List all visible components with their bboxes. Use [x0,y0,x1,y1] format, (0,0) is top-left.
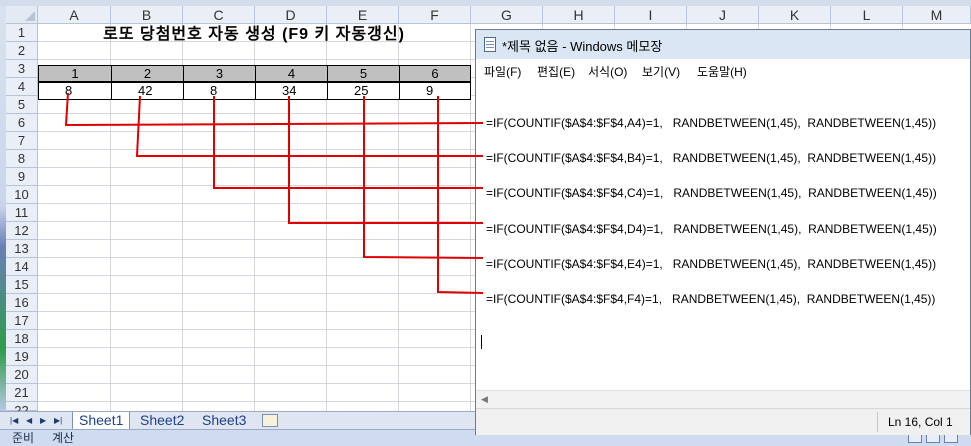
menu-view[interactable]: 보기(V) [642,63,680,80]
notepad-title: *제목 없음 - Windows 메모장 [502,39,663,54]
menu-help[interactable]: 도움말(H) [697,63,747,80]
insert-sheet-icon[interactable] [262,414,278,427]
status-separator [877,412,878,432]
row-header-10[interactable]: 10 [6,186,38,204]
col-header-d[interactable]: D [255,6,327,24]
col-header-h[interactable]: H [543,6,615,24]
value-cell-b4[interactable]: 42 [111,82,184,100]
scroll-left-icon[interactable]: ◀ [481,394,488,405]
formula-line-e4: =IF(COUNTIF($A$4:$F$4,E4)=1, RANDBETWEEN… [486,257,937,271]
row-header-8[interactable]: 8 [6,150,38,168]
row-header-17[interactable]: 17 [6,312,38,330]
col-header-g[interactable]: G [471,6,543,24]
row-header-13[interactable]: 13 [6,240,38,258]
row-header-12[interactable]: 12 [6,222,38,240]
number-header-1[interactable]: 1 [38,65,112,82]
notepad-text-area[interactable]: =IF(COUNTIF($A$4:$F$4,A4)=1, RANDBETWEEN… [476,81,970,409]
sheet-tab-3[interactable]: Sheet3 [196,412,252,429]
formula-line-c4: =IF(COUNTIF($A$4:$F$4,C4)=1, RANDBETWEEN… [486,186,937,200]
number-header-6[interactable]: 6 [399,65,471,82]
menu-format[interactable]: 서식(O) [588,63,627,80]
row-header-7[interactable]: 7 [6,132,38,150]
select-all-corner[interactable] [6,6,38,24]
row-header-2[interactable]: 2 [6,42,38,60]
row-header-6[interactable]: 6 [6,114,38,132]
select-all-icon [25,11,35,21]
row-header-20[interactable]: 20 [6,366,38,384]
notepad-icon [484,37,496,52]
value-cell-c4[interactable]: 8 [183,82,256,100]
value-cell-d4[interactable]: 34 [255,82,328,100]
col-header-c[interactable]: C [183,6,255,24]
number-header-3[interactable]: 3 [183,65,256,82]
row-header-14[interactable]: 14 [6,258,38,276]
number-header-2[interactable]: 2 [111,65,184,82]
row-header-18[interactable]: 18 [6,330,38,348]
formula-line-a4: =IF(COUNTIF($A$4:$F$4,A4)=1, RANDBETWEEN… [486,116,937,130]
menu-edit[interactable]: 편집(E) [537,63,575,80]
value-cell-e4[interactable]: 25 [327,82,400,100]
value-cell-f4[interactable]: 9 [399,82,471,100]
number-header-4[interactable]: 4 [255,65,328,82]
notepad-menu-bar: 파일(F) 편집(E) 서식(O) 보기(V) 도움말(H) [476,59,970,81]
formula-line-b4: =IF(COUNTIF($A$4:$F$4,B4)=1, RANDBETWEEN… [486,151,937,165]
row-header-9[interactable]: 9 [6,168,38,186]
row-header-3[interactable]: 3 [6,60,38,78]
notepad-horizontal-scrollbar[interactable]: ◀ [476,390,970,409]
sheet-nav-last-icon[interactable]: ▶| [54,415,63,426]
text-caret [481,335,482,349]
row-header-22[interactable]: 22 [6,402,38,418]
col-header-j[interactable]: J [687,6,759,24]
sheet-tab-2[interactable]: Sheet2 [134,412,190,429]
sheet-tab-1[interactable]: Sheet1 [72,412,131,429]
col-header-e[interactable]: E [327,6,399,24]
number-header-5[interactable]: 5 [327,65,400,82]
menu-file[interactable]: 파일(F) [484,63,521,80]
value-cell-a4[interactable]: 8 [38,82,112,100]
col-header-l[interactable]: L [831,6,903,24]
col-header-b[interactable]: B [111,6,183,24]
sheet-title[interactable]: 로또 당첨번호 자동 생성 (F9 키 자동갱신) [38,25,470,45]
row-header-21[interactable]: 21 [6,384,38,402]
status-calc: 계산 [52,431,75,445]
notepad-window: *제목 없음 - Windows 메모장 파일(F) 편집(E) 서식(O) 보… [475,29,971,435]
row-header-4[interactable]: 4 [6,78,38,96]
sheet-nav-prev-icon[interactable]: ◀ [26,415,35,426]
col-header-f[interactable]: F [399,6,471,24]
col-header-k[interactable]: K [759,6,831,24]
row-header-11[interactable]: 11 [6,204,38,222]
row-header-15[interactable]: 15 [6,276,38,294]
row-header-1[interactable]: 1 [6,24,38,42]
sheet-nav-first-icon[interactable]: |◀ [10,415,19,426]
notepad-status-bar: Ln 16, Col 1 [476,408,970,435]
status-ready: 준비 [12,431,35,445]
cursor-position: Ln 16, Col 1 [888,415,953,429]
notepad-title-bar[interactable]: *제목 없음 - Windows 메모장 [476,30,970,59]
row-header-16[interactable]: 16 [6,294,38,312]
formula-line-d4: =IF(COUNTIF($A$4:$F$4,D4)=1, RANDBETWEEN… [486,222,937,236]
col-header-a[interactable]: A [38,6,111,24]
row-header-19[interactable]: 19 [6,348,38,366]
sheet-nav-next-icon[interactable]: ▶ [40,415,49,426]
formula-line-f4: =IF(COUNTIF($A$4:$F$4,F4)=1, RANDBETWEEN… [486,292,936,306]
col-header-i[interactable]: I [615,6,687,24]
row-header-5[interactable]: 5 [6,96,38,114]
col-header-m[interactable]: M [903,6,971,24]
